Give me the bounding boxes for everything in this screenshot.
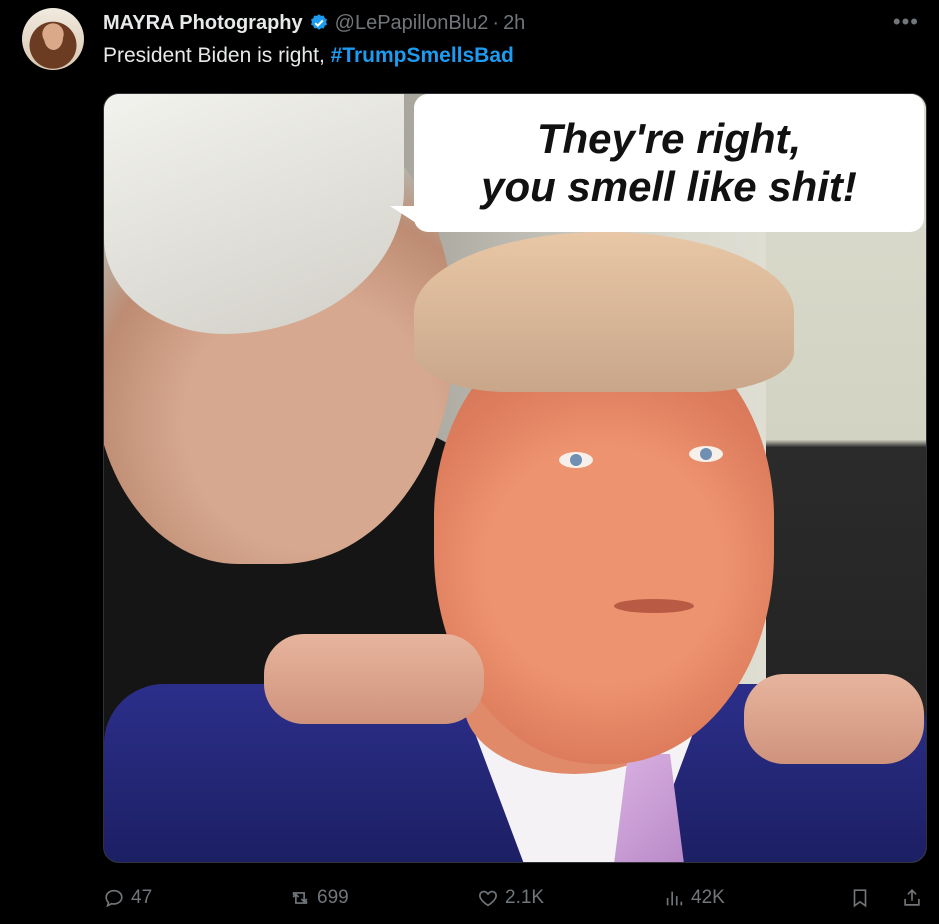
- image-mouth: [614, 599, 694, 613]
- image-trump-hair: [414, 232, 794, 392]
- avatar-face: [44, 25, 63, 50]
- more-options-icon[interactable]: •••: [893, 9, 919, 35]
- views-chart-icon: [666, 891, 683, 906]
- image-hand-right: [744, 674, 924, 764]
- speech-bubble-line-1: They're right,: [536, 115, 802, 162]
- avatar[interactable]: [22, 8, 84, 70]
- author-name[interactable]: MAYRA Photography: [103, 12, 303, 35]
- speech-bubble-line-2: you smell like shit!: [481, 163, 857, 210]
- tweet-actions: 47 699 2.1K 42K: [103, 880, 925, 916]
- image-eye-left: [559, 452, 593, 468]
- bookmark-button[interactable]: [849, 887, 877, 909]
- repost-button[interactable]: 699: [289, 887, 349, 909]
- image-hand-left: [264, 634, 484, 724]
- bookmark-icon: [853, 889, 867, 908]
- speech-bubble: They're right, you smell like shit!: [414, 94, 924, 232]
- hashtag-link[interactable]: #TrumpSmellsBad: [331, 44, 514, 67]
- author-handle[interactable]: @LePapillonBlu2: [335, 12, 489, 35]
- separator-dot: ·: [492, 11, 500, 34]
- like-button[interactable]: 2.1K: [477, 887, 544, 909]
- heart-icon: [479, 890, 497, 907]
- repost-count: 699: [317, 887, 349, 908]
- verified-badge-icon: [309, 13, 329, 33]
- views-count: 42K: [691, 887, 725, 908]
- views-button[interactable]: 42K: [663, 887, 725, 909]
- tweet-header: MAYRA Photography @LePapillonBlu2 · 2h: [103, 10, 919, 36]
- tweet-body: President Biden is right,: [103, 44, 331, 67]
- tweet-image[interactable]: They're right, you smell like shit!: [103, 93, 927, 863]
- timestamp[interactable]: 2h: [503, 12, 525, 35]
- share-icon: [904, 889, 920, 906]
- repost-icon: [292, 892, 308, 904]
- reply-count: 47: [131, 887, 153, 908]
- image-eye-right: [689, 446, 723, 462]
- reply-icon: [105, 889, 123, 908]
- share-button[interactable]: [901, 887, 929, 909]
- reply-button[interactable]: 47: [103, 887, 152, 909]
- like-count: 2.1K: [505, 887, 545, 908]
- tweet-text: President Biden is right, #TrumpSmellsBa…: [103, 44, 514, 68]
